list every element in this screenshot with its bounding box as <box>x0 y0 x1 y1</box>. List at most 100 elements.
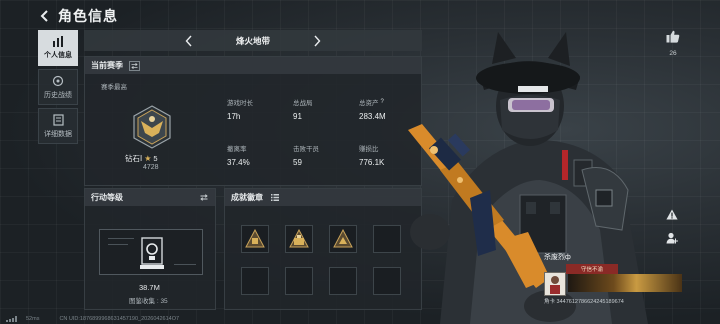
stat-label: 游戏时长 <box>227 100 253 107</box>
page-title: 角色信息 <box>58 8 118 24</box>
stat-value: 17h <box>227 112 241 121</box>
action-level-switch-button[interactable] <box>198 193 209 203</box>
swap-icon <box>199 194 208 201</box>
document-icon <box>52 113 64 126</box>
thumbs-up-icon <box>666 30 680 43</box>
main-panel: 烽火地带 当前赛季 赛季最高 钻石Ⅰ ★ 5 4728 游戏时长 17h 总战局… <box>84 30 422 310</box>
nav-item-detailed-data[interactable]: 详细数据 <box>38 108 78 144</box>
achievement-badge-icon <box>289 229 309 248</box>
rank-badge-icon <box>133 105 171 149</box>
guard-title-badge: 守信不渝 <box>566 264 618 274</box>
nav-item-label: 个人信息 <box>44 52 72 59</box>
achievement-slot-empty[interactable] <box>329 267 357 295</box>
avatar-figure <box>550 276 560 294</box>
stat-label: 赚损比 <box>359 146 379 153</box>
add-user-icon <box>666 232 678 244</box>
footer: 52ms CN UID:1876899968631457190_20260426… <box>6 314 179 324</box>
add-friend-button[interactable] <box>664 230 680 246</box>
header: 角色信息 <box>38 6 118 26</box>
report-button[interactable] <box>664 206 680 222</box>
star-icon: ★ <box>144 154 152 163</box>
nav-item-label: 详细数据 <box>44 130 72 138</box>
achievement-slot-empty[interactable] <box>285 267 313 295</box>
action-level-card[interactable] <box>99 229 203 275</box>
stat-value: 59 <box>293 158 302 167</box>
list-icon <box>270 194 279 201</box>
help-button[interactable]: ? <box>381 99 384 105</box>
signal-icon <box>6 316 20 322</box>
stat-total-matches: 总战局 91 <box>293 97 313 121</box>
like-button[interactable] <box>666 30 680 48</box>
divider <box>108 238 134 239</box>
rank-stars: 5 <box>153 154 158 163</box>
season-box: 当前赛季 赛季最高 钻石Ⅰ ★ 5 4728 游戏时长 17h 总战局 91 总… <box>84 56 422 186</box>
achievements-list-button[interactable] <box>269 193 280 203</box>
achievement-badge-icon <box>245 229 265 248</box>
next-map-button[interactable] <box>310 34 324 48</box>
achievements-header: 成就徽章 <box>225 189 421 206</box>
stat-label: 总资产 <box>359 100 379 107</box>
ping-value: 52ms <box>26 316 40 322</box>
player-card-id: 角卡 3447612786624245189674 <box>544 299 624 305</box>
stat-label: 总战局 <box>293 100 313 107</box>
collection-row: 图鉴收集 : 35 <box>129 295 168 305</box>
divider <box>108 244 128 245</box>
like-widget: 26 <box>666 30 680 57</box>
achievement-slot-empty[interactable] <box>373 225 401 253</box>
player-banner <box>568 274 682 292</box>
stat-value: 91 <box>293 112 302 121</box>
uid-line: CN UID:1876899968631457190_2026042614O7 <box>59 316 180 322</box>
nav-item-history[interactable]: 历史战绩 <box>38 69 78 105</box>
side-nav: 个人信息 历史战绩 详细数据 <box>38 30 78 144</box>
rank-name: 钻石Ⅰ <box>125 154 143 163</box>
level-emblem-icon <box>140 237 164 269</box>
achievement-slot[interactable] <box>329 225 357 253</box>
stat-label-row: 总资产 ? <box>359 97 386 107</box>
player-card[interactable]: 杀废烈ф 守信不渝 角卡 3447612786624245189674 <box>544 252 682 305</box>
rank-score: 4728 <box>143 164 159 171</box>
achievements-title: 成就徽章 <box>231 193 263 202</box>
divider <box>174 264 196 265</box>
collection-value: 35 <box>160 298 168 305</box>
rank-name-row: 钻石Ⅰ ★ 5 <box>125 153 158 164</box>
chevron-left-icon <box>185 35 192 46</box>
achievement-slot[interactable] <box>285 225 313 253</box>
stat-value: 776.1K <box>359 158 385 167</box>
stat-value: 283.4M <box>359 112 386 121</box>
achievements-box: 成就徽章 <box>224 188 422 310</box>
stat-label: 击败干员 <box>293 146 319 153</box>
stat-play-time: 游戏时长 17h <box>227 97 253 121</box>
chevron-right-icon <box>314 35 321 46</box>
prev-map-button[interactable] <box>182 34 196 48</box>
achievement-badge-icon <box>333 229 353 248</box>
player-name: 杀废烈ф <box>544 254 571 261</box>
season-switch-button[interactable] <box>129 60 140 71</box>
achievement-slot-empty[interactable] <box>241 267 269 295</box>
warning-triangle-icon <box>666 209 678 219</box>
back-button[interactable] <box>38 9 52 23</box>
stat-operators-defeated: 击败干员 59 <box>293 143 319 167</box>
nav-item-label: 历史战绩 <box>44 91 72 99</box>
achievement-slot-empty[interactable] <box>373 267 401 295</box>
map-selector: 烽火地带 <box>84 30 422 51</box>
action-level-header: 行动等级 <box>85 189 215 206</box>
action-level-box: 行动等级 38.7M 图鉴收集 : 35 <box>84 188 216 310</box>
season-header: 当前赛季 <box>85 57 421 74</box>
achievement-slot[interactable] <box>241 225 269 253</box>
bar-chart-icon <box>53 36 63 47</box>
season-best-label: 赛季最高 <box>101 84 127 91</box>
like-count: 26 <box>669 50 677 57</box>
stat-extraction-rate: 撤离率 37.4% <box>227 143 250 167</box>
swap-icon <box>131 62 138 69</box>
nav-item-personal-info[interactable]: 个人信息 <box>38 30 78 66</box>
action-level-title: 行动等级 <box>91 193 123 202</box>
action-level-value: 38.7M <box>139 283 160 292</box>
collection-label: 图鉴收集 <box>129 298 155 305</box>
stat-profit-loss-ratio: 赚损比 776.1K <box>359 143 384 167</box>
map-name: 烽火地带 <box>235 35 270 46</box>
season-title: 当前赛季 <box>91 61 123 70</box>
stat-total-assets: 总资产 ? 283.4M <box>359 97 386 121</box>
stat-label: 撤离率 <box>227 146 247 153</box>
stat-value: 37.4% <box>227 158 250 167</box>
chevron-left-icon <box>40 10 48 22</box>
